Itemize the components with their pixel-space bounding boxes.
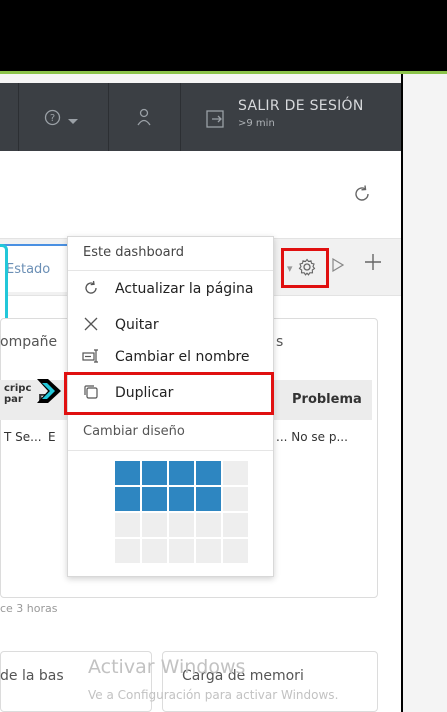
header-divider — [18, 83, 19, 151]
widget-footer-time: ce 3 horas — [0, 602, 58, 615]
layout-grid-cell[interactable] — [169, 539, 194, 563]
play-icon[interactable] — [332, 257, 345, 276]
column-header-description[interactable]: cripc par — [4, 383, 34, 405]
layout-grid-cell[interactable] — [169, 461, 194, 485]
refresh-icon — [82, 280, 100, 300]
menu-divider — [68, 450, 273, 451]
table-cell[interactable]: T Se... — [4, 430, 42, 444]
close-icon — [82, 316, 100, 336]
menu-item-rename[interactable]: Cambiar el nombre — [68, 342, 273, 374]
menu-item-remove[interactable]: Quitar — [68, 310, 273, 342]
menu-item-refresh[interactable]: Actualizar la página — [68, 274, 273, 306]
layout-grid-cell[interactable] — [169, 487, 194, 511]
layout-grid-cell[interactable] — [142, 487, 167, 511]
column-header-problema[interactable]: Problema — [292, 392, 362, 407]
layout-grid-cell[interactable] — [115, 539, 140, 563]
layout-grid-cell[interactable] — [196, 461, 221, 485]
session-timer: >9 min — [238, 118, 275, 129]
logout-icon[interactable] — [206, 110, 226, 132]
top-black-band — [0, 0, 447, 71]
layout-grid-cell[interactable] — [196, 539, 221, 563]
chevron-down-icon[interactable] — [67, 112, 79, 130]
layout-grid-cell[interactable] — [142, 461, 167, 485]
layout-grid-cell[interactable] — [223, 461, 248, 485]
widget-title-tail: s — [276, 334, 284, 350]
pointer-arrow-icon — [34, 376, 64, 410]
widget-title: de la bas — [0, 668, 64, 684]
gear-highlight-box — [281, 248, 329, 288]
menu-section-layout: Cambiar diseño — [83, 424, 185, 439]
header-divider — [180, 83, 181, 151]
logout-button[interactable]: SALIR DE SESIÓN — [238, 98, 364, 114]
user-icon[interactable] — [136, 108, 152, 130]
right-border-strip — [401, 74, 447, 712]
table-cell[interactable]: ... No se p... — [276, 430, 348, 444]
layout-grid-cell[interactable] — [196, 487, 221, 511]
widget-title: ompañe — [0, 334, 58, 350]
layout-grid-cell[interactable] — [223, 513, 248, 537]
layout-grid-cell[interactable] — [115, 513, 140, 537]
menu-header: Este dashboard — [83, 245, 184, 260]
layout-grid-picker[interactable] — [115, 461, 248, 567]
layout-grid-cell[interactable] — [142, 513, 167, 537]
table-cell[interactable]: E — [48, 430, 56, 444]
menu-item-label: Actualizar la página — [115, 281, 254, 297]
layout-grid-cell[interactable] — [115, 461, 140, 485]
windows-activation-subtitle: Ve a Configuración para activar Windows. — [88, 688, 339, 702]
layout-grid-cell[interactable] — [196, 513, 221, 537]
layout-grid-cell[interactable] — [142, 539, 167, 563]
add-tab-icon[interactable] — [363, 252, 383, 278]
menu-divider — [68, 270, 273, 271]
layout-grid-cell[interactable] — [223, 539, 248, 563]
header-divider — [108, 83, 109, 151]
rename-icon — [82, 348, 100, 368]
help-circle-icon[interactable]: ? — [44, 109, 61, 130]
layout-grid-cell[interactable] — [115, 487, 140, 511]
refresh-icon[interactable] — [352, 184, 372, 209]
windows-activation-title: Activar Windows — [88, 656, 246, 678]
tab-estado-label: Estado — [6, 262, 51, 277]
menu-item-label: Cambiar el nombre — [115, 349, 250, 365]
layout-grid-cell[interactable] — [169, 513, 194, 537]
svg-text:?: ? — [50, 113, 55, 124]
layout-grid-cell[interactable] — [223, 487, 248, 511]
app-header: ? — [0, 83, 401, 151]
duplicate-highlight-box — [64, 372, 274, 415]
menu-item-label: Quitar — [115, 317, 159, 333]
